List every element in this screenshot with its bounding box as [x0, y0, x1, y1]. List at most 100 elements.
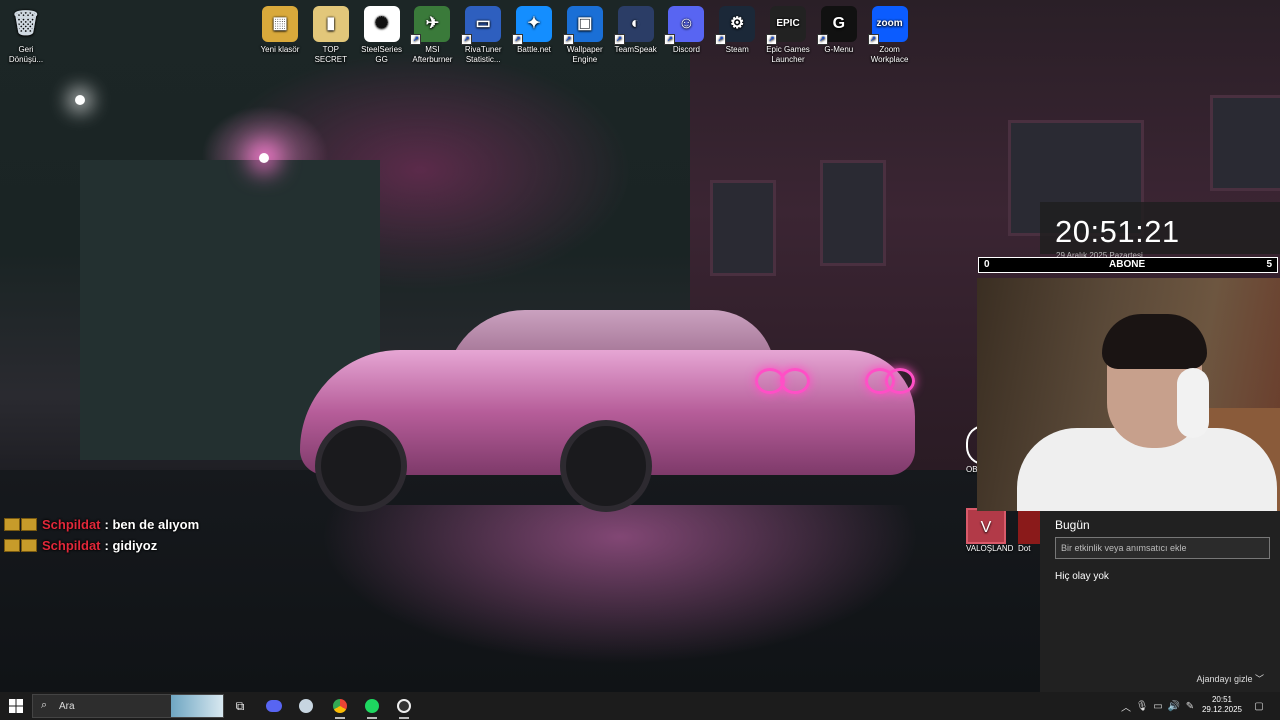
clock-time: 20:51:21 [1055, 214, 1180, 249]
yeni-klasor-shortcut[interactable]: ▦ Yeni klasör [255, 6, 305, 55]
valosland-label: VALOŞLAND [966, 544, 1014, 553]
obs-icon [397, 699, 411, 713]
recycle-bin-icon: 🗑 [10, 10, 42, 37]
msi-shortcut[interactable]: ✈ ↗ MSI Afterburner [407, 6, 457, 65]
wallpaper-shortcut[interactable]: ▣ ↗ Wallpaper Engine [560, 6, 610, 65]
g-menu-icon: G ↗ [816, 6, 857, 45]
search-icon: ⌕ [41, 699, 48, 711]
stream-chat: Schpildat : ben de alıyom Schpildat : gi… [4, 514, 199, 556]
battlenet-shortcut[interactable]: ✦ ↗ Battle.net [509, 6, 559, 55]
chat-text: : ben de alıyom [104, 517, 200, 532]
wallpaper-engine-icon: ▣ ↗ [562, 6, 603, 45]
shortcut-arrow-icon: ↗ [664, 34, 676, 45]
top-secret-label: TOP SECRET [314, 45, 348, 64]
taskbar-spotify[interactable] [359, 695, 385, 719]
valosland-shortcut[interactable]: V VALOŞLAND [966, 508, 1013, 553]
teamspeak-shortcut[interactable]: ◐ ↗ TeamSpeak [611, 6, 661, 55]
shortcut-arrow-icon: ↗ [816, 34, 828, 45]
epic-label: Epic Games Launcher [766, 45, 810, 64]
spotify-icon [365, 699, 379, 713]
rivatuner-shortcut[interactable]: ▭ ↗ RivaTuner Statistic... [458, 6, 508, 65]
task-view-button[interactable]: ⧉ [227, 695, 253, 717]
dota-label: Dot [1018, 544, 1031, 553]
task-view-icon: ⧉ [235, 698, 245, 713]
rivatuner-icon: ▭ ↗ [461, 6, 502, 45]
yeni-klasor-label: Yeni klasör [260, 45, 300, 54]
shortcut-arrow-icon: ↗ [613, 34, 625, 45]
shortcut-arrow-icon: ↗ [461, 34, 473, 45]
rivatuner-label: RivaTuner Statistic... [464, 45, 502, 64]
no-events-text: Hiç olay yok [1055, 571, 1109, 582]
street-lamp-pink [259, 153, 269, 163]
battlenet-label: Battle.net [517, 45, 551, 54]
teamspeak-label: TeamSpeak [614, 45, 657, 54]
taskbar: ⌕ Ara ⧉ ︿ 🎙 ▭ 🔊 ✎ 20:51 29.12.2025 ▢ [0, 692, 1280, 720]
gmenu-shortcut[interactable]: G ↗ G-Menu [814, 6, 864, 55]
chat-username: Schpildat [42, 538, 101, 553]
taskbar-clock[interactable]: 20:51 29.12.2025 [1200, 695, 1244, 715]
volume-icon[interactable]: 🔊 [1166, 701, 1182, 712]
shortcut-arrow-icon: ↗ [715, 34, 727, 45]
notification-icon: ▢ [1254, 700, 1264, 712]
chat-badge-icon [4, 518, 20, 531]
headphones [1177, 368, 1209, 438]
start-button[interactable] [0, 692, 32, 720]
steam-label: Steam [725, 45, 749, 54]
subscriber-goal-current: 0 [984, 259, 990, 270]
chat-badge-icon [4, 539, 20, 552]
chat-badge-icon [21, 518, 37, 531]
pen-icon[interactable]: ✎ [1182, 701, 1198, 712]
network-icon[interactable]: ▭ [1150, 701, 1166, 712]
subscriber-goal-label: ABONE [1109, 259, 1146, 270]
taskbar-steam[interactable] [293, 695, 319, 717]
taskbar-time: 20:51 [1211, 695, 1233, 704]
dota-shortcut[interactable]: Dot [1018, 508, 1040, 553]
folder-zip-icon: ▦ [262, 6, 298, 42]
epic-shortcut[interactable]: EPIC ↗ Epic Games Launcher [763, 6, 813, 65]
steelseries-icon: ✺ [363, 6, 400, 42]
teamspeak-icon: ◐ ↗ [613, 6, 654, 45]
add-event-input[interactable]: Bir etkinlik veya anımsatıcı ekle [1055, 537, 1270, 559]
steam-shortcut[interactable]: ⚙ ↗ Steam [712, 6, 762, 55]
taskbar-discord[interactable] [261, 695, 287, 717]
shortcut-arrow-icon: ↗ [766, 34, 777, 45]
street-lamp [75, 95, 85, 105]
calendar-agenda-panel: Bugün Bir etkinlik veya anımsatıcı ekle … [1040, 511, 1280, 692]
taskbar-obs[interactable] [391, 695, 417, 719]
steam-icon [299, 699, 313, 713]
system-tray: ︿ 🎙 ▭ 🔊 ✎ [1118, 692, 1198, 720]
zoom-label: Zoom Workplace [870, 45, 909, 64]
taskbar-date: 29.12.2025 [1201, 705, 1243, 714]
hide-agenda-link[interactable]: Ajandayı gizle ﹀ [1196, 672, 1264, 685]
shortcut-arrow-icon: ↗ [867, 34, 879, 45]
shortcut-arrow-icon: ↗ [512, 34, 523, 45]
chat-username: Schpildat [42, 517, 101, 532]
recycle-bin-label: Geri Dönüşü... [8, 45, 44, 64]
shortcut-arrow-icon: ↗ [562, 34, 574, 45]
webcam-overlay [977, 278, 1280, 511]
taskbar-search[interactable]: ⌕ Ara [32, 694, 224, 718]
taskbar-chrome[interactable] [327, 695, 353, 719]
steelseries-shortcut[interactable]: ✺ SteelSeries GG [357, 6, 407, 65]
chat-message: Schpildat : ben de alıyom [4, 514, 199, 535]
msi-label: MSI Afterburner [412, 45, 453, 64]
discord-icon: ☺ ↗ [664, 6, 705, 45]
steam-icon: ⚙ ↗ [715, 6, 756, 45]
search-placeholder: Ara [59, 701, 75, 712]
chat-text: : gidiyoz [104, 538, 158, 553]
zoom-shortcut[interactable]: zoom ↗ Zoom Workplace [865, 6, 915, 65]
discord-icon [266, 700, 282, 712]
discord-shortcut[interactable]: ☺ ↗ Discord [661, 6, 711, 55]
notifications-button[interactable]: ▢ [1252, 692, 1266, 720]
show-hidden-icons-chevron-icon[interactable]: ︿ [1118, 699, 1134, 714]
wallpaper-warehouse [80, 160, 380, 460]
msi-afterburner-icon: ✈ ↗ [410, 6, 451, 45]
recycle-bin-shortcut[interactable]: 🗑 Geri Dönüşü... [1, 6, 51, 65]
epic-games-icon: EPIC ↗ [766, 6, 806, 45]
microphone-icon[interactable]: 🎙 [1134, 701, 1150, 712]
chat-message: Schpildat : gidiyoz [4, 535, 199, 556]
obs-label: OB [966, 465, 978, 474]
top-secret-shortcut[interactable]: ▮ TOP SECRET [306, 6, 356, 65]
agenda-today-heading: Bugün [1055, 518, 1090, 532]
dota-icon [1018, 508, 1040, 544]
